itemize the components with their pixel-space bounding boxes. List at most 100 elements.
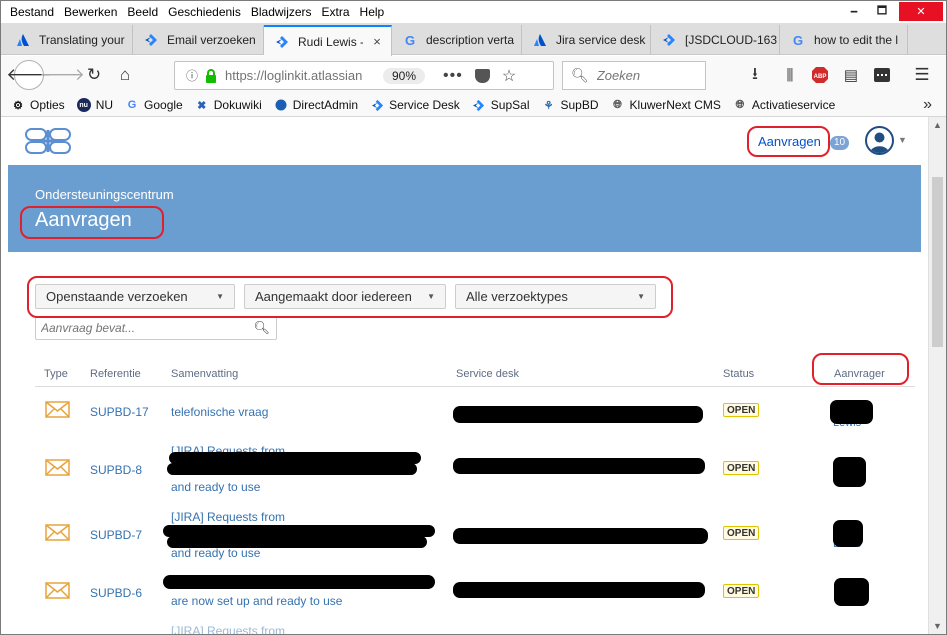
bookmark-label: Dokuwiki: [213, 98, 262, 112]
extension-icon[interactable]: [869, 62, 895, 88]
forward-button[interactable]: 🡒: [39, 62, 85, 88]
bookmark-service-desk[interactable]: Service Desk: [370, 98, 460, 112]
jira-icon: [661, 32, 677, 48]
adblock-icon[interactable]: ABP: [807, 62, 833, 88]
scrollbar-thumb[interactable]: [932, 177, 943, 347]
menu-bewerken[interactable]: Bewerken: [59, 5, 122, 19]
bookmark-directadmin[interactable]: DirectAdmin: [274, 98, 358, 112]
home-button[interactable]: ⌂: [112, 62, 138, 88]
column-reference[interactable]: Referentie: [90, 368, 141, 380]
search-icon[interactable]: 🔍︎: [253, 320, 270, 336]
menu-help[interactable]: Help: [355, 5, 390, 19]
library-icon[interactable]: ⫼: [777, 62, 803, 88]
request-reference[interactable]: SUPBD-17: [90, 405, 149, 419]
creator-filter-select[interactable]: Aangemaakt door iedereen ▼: [244, 284, 446, 309]
downloads-icon[interactable]: ⭳: [742, 62, 768, 88]
scroll-up-icon[interactable]: ▲: [929, 117, 946, 134]
tab-jira-service-desk[interactable]: Jira service desk: [522, 25, 651, 55]
close-window-button[interactable]: ✕: [899, 2, 943, 21]
tab-translating[interactable]: Translating your: [5, 25, 133, 55]
bookmark-supbd[interactable]: ⚘ SupBD: [542, 98, 599, 112]
vertical-scrollbar[interactable]: ▲ ▼: [928, 117, 946, 634]
close-tab-icon[interactable]: ×: [369, 34, 385, 49]
request-search-field[interactable]: 🔍︎: [35, 316, 277, 340]
request-summary-line-2[interactable]: are now set up and ready to use: [171, 592, 441, 610]
tab-how-to-edit[interactable]: G how to edit the l: [780, 25, 908, 55]
bookmark-google[interactable]: G Google: [125, 98, 183, 112]
url-text[interactable]: https://loglinkit.atlassian: [225, 68, 375, 83]
request-search-input[interactable]: [41, 321, 246, 335]
bookmarks-more-icon[interactable]: »: [923, 96, 932, 114]
menu-bladwijzers[interactable]: Bladwijzers: [246, 5, 317, 19]
request-reference[interactable]: SUPBD-6: [90, 586, 142, 600]
requests-link[interactable]: Aanvragen: [758, 134, 821, 149]
zoom-indicator[interactable]: 90%: [383, 67, 426, 84]
redaction-mark: [453, 406, 703, 423]
menu-extra[interactable]: Extra: [317, 5, 355, 19]
bookmark-opties[interactable]: ⚙ Opties: [11, 98, 65, 112]
request-summary-line-3[interactable]: and ready to use: [171, 478, 441, 496]
avatar[interactable]: [865, 126, 894, 155]
column-status[interactable]: Status: [723, 368, 754, 380]
status-filter-select[interactable]: Openstaande verzoeken ▼: [35, 284, 235, 309]
bookmark-label: NU: [95, 98, 114, 112]
select-value: Alle verzoektypes: [466, 289, 568, 304]
menu-bestand[interactable]: Bestand: [5, 5, 59, 19]
info-icon[interactable]: ⓘ: [181, 67, 203, 84]
column-summary[interactable]: Samenvatting: [171, 368, 238, 380]
bookmark-kluwernext[interactable]: 🌐︎ KluwerNext CMS: [611, 98, 721, 112]
request-reference[interactable]: SUPBD-7: [90, 528, 142, 542]
reader-view-icon[interactable]: ▤: [838, 62, 864, 88]
table-row[interactable]: SUPBD-8 [JIRA] Requests from and ready t…: [35, 444, 915, 506]
google-icon: G: [127, 99, 137, 111]
partial-row-summary[interactable]: [JIRA] Requests from: [171, 622, 441, 634]
request-reference[interactable]: SUPBD-8: [90, 463, 142, 477]
email-icon: [45, 401, 70, 418]
column-type[interactable]: Type: [44, 368, 68, 380]
menu-bar: Bestand Bewerken Beeld Geschiedenis Blad…: [1, 1, 946, 22]
tab-jsdcloud[interactable]: [JSDCLOUD-163: [651, 25, 780, 55]
column-service-desk[interactable]: Service desk: [456, 368, 519, 380]
request-summary[interactable]: telefonische vraag: [171, 403, 441, 421]
maximize-button[interactable]: 🗖: [869, 2, 895, 21]
tab-strip: Translating your Email verzoeken Rudi Le…: [1, 23, 946, 70]
select-value: Openstaande verzoeken: [46, 289, 188, 304]
page-actions-icon[interactable]: •••: [443, 67, 463, 85]
email-icon: [45, 459, 70, 476]
menu-geschiedenis[interactable]: Geschiedenis: [163, 5, 246, 19]
dokuwiki-icon: ✖: [197, 99, 207, 112]
redaction-mark: [453, 582, 705, 598]
tab-description[interactable]: G description verta: [392, 25, 522, 55]
request-type-filter-select[interactable]: Alle verzoektypes ▼: [455, 284, 656, 309]
chevron-down-icon: ▼: [216, 292, 224, 301]
tab-email-verzoeken[interactable]: Email verzoeken: [133, 25, 264, 55]
help-center-logo[interactable]: [25, 126, 71, 156]
column-requester[interactable]: Aanvrager: [834, 368, 885, 380]
reload-button[interactable]: ↻: [81, 62, 107, 88]
tab-rudi-lewis[interactable]: Rudi Lewis - ×: [264, 25, 392, 56]
bookmark-label: KluwerNext CMS: [629, 98, 721, 112]
pocket-icon[interactable]: [474, 68, 490, 83]
bookmark-star-icon[interactable]: ☆: [502, 66, 516, 86]
scroll-down-icon[interactable]: ▼: [929, 618, 946, 634]
url-bar[interactable]: ⓘ https://loglinkit.atlassian 90% ••• ☆: [174, 61, 554, 90]
bookmark-activatieservice[interactable]: 🌐︎ Activatieservice: [733, 98, 835, 112]
bookmark-label: DirectAdmin: [292, 98, 359, 112]
menu-beeld[interactable]: Beeld: [122, 5, 163, 19]
search-input[interactable]: [596, 68, 697, 83]
bookmark-nu[interactable]: nu NU: [76, 98, 114, 112]
navigation-bar: 🡐 🡒 ↻ ⌂ ⓘ https://loglinkit.atlassian 90…: [1, 56, 946, 94]
bookmark-dokuwiki[interactable]: ✖ Dokuwiki: [195, 98, 262, 112]
tab-label: how to edit the l: [814, 33, 899, 47]
filter-bar: Openstaande verzoeken ▼ Aangemaakt door i…: [35, 284, 665, 309]
search-bar[interactable]: 🔍︎: [562, 61, 706, 90]
request-summary-line-1[interactable]: [JIRA] Requests from: [171, 508, 441, 526]
breadcrumb[interactable]: Ondersteuningscentrum: [35, 187, 174, 202]
minimize-button[interactable]: 🗕: [841, 2, 867, 21]
chevron-down-icon[interactable]: ▼: [898, 135, 907, 145]
tab-label: [JSDCLOUD-163: [685, 33, 778, 47]
gear-icon: ⚙: [13, 99, 23, 112]
atlassian-icon: [532, 32, 548, 48]
hamburger-menu-icon[interactable]: ☰: [909, 62, 935, 88]
bookmark-supsal[interactable]: SupSal: [472, 98, 530, 112]
